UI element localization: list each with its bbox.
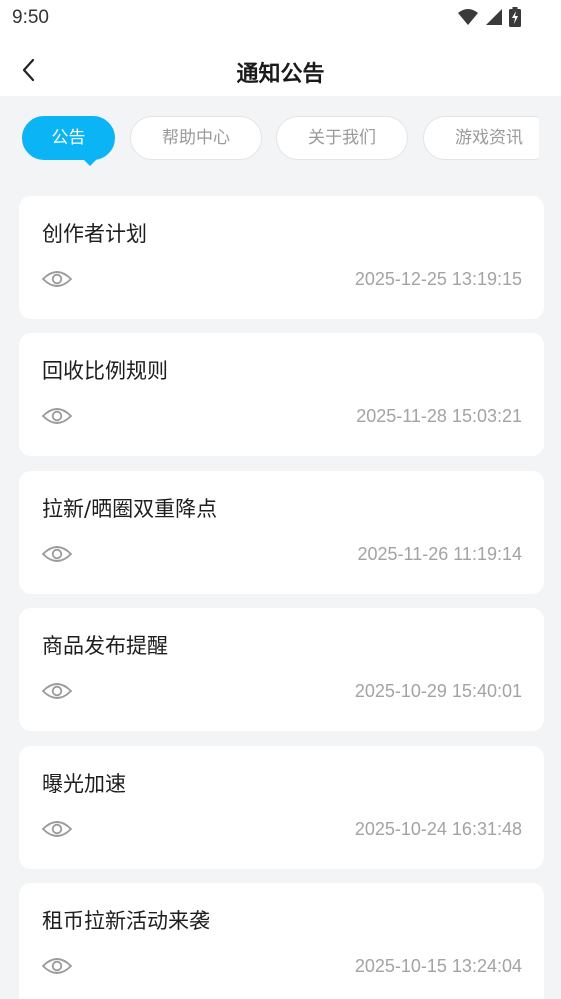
- notice-title: 回收比例规则: [42, 359, 168, 383]
- notice-date: 2025-10-24 16:31:48: [354, 819, 522, 839]
- notice-card[interactable]: 拉新/晒圈双重降点 2025-11-26 11:19:14: [19, 471, 544, 594]
- page-title: 通知公告: [236, 62, 325, 87]
- tab-announcements[interactable]: 公告: [22, 116, 115, 160]
- notice-date: 2025-12-25 13:19:15: [354, 269, 522, 289]
- notice-card[interactable]: 租币拉新活动来袭 2025-10-15 13:24:04: [19, 883, 544, 999]
- eye-icon: [41, 821, 73, 837]
- notice-title: 商品发布提醒: [42, 634, 168, 658]
- notice-card[interactable]: 回收比例规则 2025-11-28 15:03:21: [19, 333, 544, 456]
- tab-help-center[interactable]: 帮助中心: [130, 116, 262, 160]
- eye-icon: [41, 271, 73, 287]
- cellular-signal-icon: [486, 9, 502, 25]
- top-bar: 9:50 通知公告: [0, 0, 561, 96]
- notice-card[interactable]: 商品发布提醒 2025-10-29 15:40:01: [19, 608, 544, 731]
- notice-date: 2025-11-26 11:19:14: [357, 544, 522, 564]
- tab-about-us[interactable]: 关于我们: [276, 116, 408, 160]
- notice-date: 2025-10-29 15:40:01: [354, 681, 522, 701]
- notice-date: 2025-11-28 15:03:21: [356, 406, 522, 426]
- status-time: 9:50: [12, 7, 49, 28]
- notice-card[interactable]: 曝光加速 2025-10-24 16:31:48: [19, 746, 544, 869]
- notice-date: 2025-10-15 13:24:04: [354, 956, 522, 976]
- nav-bar: 通知公告: [0, 44, 561, 96]
- notice-title: 创作者计划: [42, 222, 147, 246]
- notice-title: 租币拉新活动来袭: [42, 909, 210, 933]
- notice-title: 拉新/晒圈双重降点: [42, 497, 218, 521]
- notice-title: 曝光加速: [42, 772, 126, 796]
- battery-charging-icon: [509, 7, 521, 27]
- wifi-icon: [458, 9, 478, 25]
- eye-icon: [41, 683, 73, 699]
- active-tab-indicator: [83, 159, 97, 166]
- eye-icon: [41, 408, 73, 424]
- status-icons: [457, 7, 521, 27]
- tab-game-news[interactable]: 游戏资讯: [423, 116, 539, 160]
- notice-card[interactable]: 创作者计划 2025-12-25 13:19:15: [19, 196, 544, 319]
- eye-icon: [41, 958, 73, 974]
- category-tabs: 公告 帮助中心 关于我们 游戏资讯: [22, 116, 539, 166]
- eye-icon: [41, 546, 73, 562]
- status-bar: 9:50: [0, 0, 561, 40]
